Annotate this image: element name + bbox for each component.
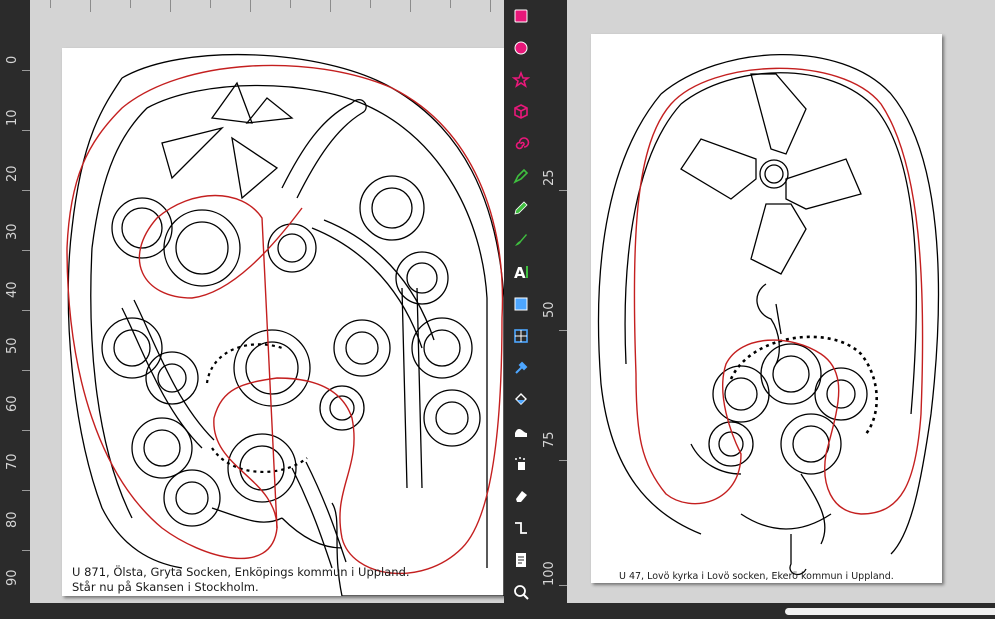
connector-icon xyxy=(512,519,530,541)
right-document-window[interactable]: 25 50 75 100 U 47, Lovö kyrka i Lovö soc… xyxy=(537,0,995,619)
eraser-tool-button[interactable] xyxy=(507,484,535,512)
spiral-icon xyxy=(512,135,530,157)
caption-line: U 871, Ölsta, Gryta Socken, Enköpings ko… xyxy=(72,565,410,579)
ruler-label: 25 xyxy=(542,169,557,186)
ruler-label: 20 xyxy=(5,165,20,182)
calligraphy-tool-button[interactable] xyxy=(507,228,535,256)
scrollbar-thumb[interactable] xyxy=(785,608,995,615)
cube-icon xyxy=(512,103,530,125)
ruler-label: 0 xyxy=(5,55,20,64)
ruler-label: 10 xyxy=(5,109,20,126)
runestone-drawing-u871[interactable] xyxy=(62,48,504,596)
text-tool-button[interactable]: A xyxy=(507,260,535,288)
ruler-label: 50 xyxy=(542,301,557,318)
left-document-window[interactable]: 0 10 20 30 40 50 60 70 80 90 U 871, Ölst… xyxy=(0,0,504,619)
ruler-label: 60 xyxy=(5,395,20,412)
gradient-icon xyxy=(512,295,530,317)
ruler-label: 80 xyxy=(5,511,20,528)
dropper-icon xyxy=(512,359,530,381)
pencil-tool-button[interactable] xyxy=(507,196,535,224)
text-icon: A xyxy=(512,263,530,285)
pen-icon xyxy=(512,167,530,189)
pages-tool-button[interactable] xyxy=(507,548,535,576)
ruler-label: 40 xyxy=(5,281,20,298)
zoom-tool-button[interactable] xyxy=(507,580,535,608)
bucket-icon xyxy=(512,391,530,413)
3d-box-tool-button[interactable] xyxy=(507,100,535,128)
eraser-icon xyxy=(512,487,530,509)
brush-icon xyxy=(512,231,530,253)
paint-bucket-tool-button[interactable] xyxy=(507,388,535,416)
tweak-icon xyxy=(512,423,530,445)
square-icon xyxy=(512,7,530,29)
pencil-icon xyxy=(512,199,530,221)
caption-line: Står nu på Skansen i Stockholm. xyxy=(72,580,259,594)
connector-tool-button[interactable] xyxy=(507,516,535,544)
gradient-tool-button[interactable] xyxy=(507,292,535,320)
spiral-tool-button[interactable] xyxy=(507,132,535,160)
tweak-tool-button[interactable] xyxy=(507,420,535,448)
spray-icon xyxy=(512,455,530,477)
ruler-label: 75 xyxy=(542,431,557,448)
spray-tool-button[interactable] xyxy=(507,452,535,480)
ellipse-tool-button[interactable] xyxy=(507,36,535,64)
toolbox: A xyxy=(504,0,537,619)
runestone-drawing-u47[interactable] xyxy=(591,34,942,583)
ruler-label: 90 xyxy=(5,569,20,586)
magnifier-icon xyxy=(512,583,530,605)
ruler-label: 70 xyxy=(5,453,20,470)
star-icon xyxy=(511,70,530,93)
drawing-page-right[interactable]: U 47, Lovö kyrka i Lovö socken, Ekerö ko… xyxy=(591,34,942,583)
circle-icon xyxy=(512,39,530,61)
rectangle-tool-button[interactable] xyxy=(507,4,535,32)
pages-icon xyxy=(512,551,530,573)
vertical-ruler[interactable]: 0 10 20 30 40 50 60 70 80 90 xyxy=(0,0,30,619)
svg-text:A: A xyxy=(514,264,526,281)
mesh-tool-button[interactable] xyxy=(507,324,535,352)
star-tool-button[interactable] xyxy=(507,68,535,96)
vertical-ruler[interactable]: 25 50 75 100 xyxy=(537,0,567,619)
ruler-label: 100 xyxy=(542,561,557,586)
horizontal-ruler[interactable] xyxy=(30,0,504,30)
ruler-label: 50 xyxy=(5,337,20,354)
ruler-label: 30 xyxy=(5,223,20,240)
horizontal-scrollbar[interactable] xyxy=(567,603,995,619)
image-caption: U 871, Ölsta, Gryta Socken, Enköpings ko… xyxy=(72,565,410,595)
image-caption: U 47, Lovö kyrka i Lovö socken, Ekerö ko… xyxy=(619,571,894,582)
bezier-pen-tool-button[interactable] xyxy=(507,164,535,192)
status-bar xyxy=(0,603,504,619)
mesh-icon xyxy=(512,327,530,349)
dropper-tool-button[interactable] xyxy=(507,356,535,384)
drawing-page-left[interactable]: U 871, Ölsta, Gryta Socken, Enköpings ko… xyxy=(62,48,504,596)
